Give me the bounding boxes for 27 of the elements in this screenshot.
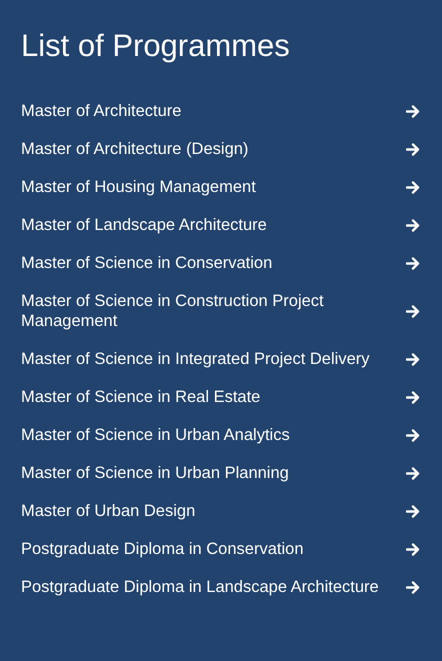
- programme-link[interactable]: Master of Architecture: [21, 92, 420, 130]
- programme-link[interactable]: Postgraduate Diploma in Conservation: [21, 530, 420, 568]
- arrow-right-icon: [406, 256, 420, 270]
- arrow-right-icon: [406, 466, 420, 480]
- programme-link[interactable]: Master of Architecture (Design): [21, 130, 420, 168]
- page-title: List of Programmes: [21, 27, 290, 65]
- programme-link[interactable]: Postgraduate Diploma in Landscape Architecture: [21, 568, 420, 606]
- arrow-right-icon: [406, 580, 420, 594]
- programme-link[interactable]: Master of Science in Construction Project Management: [21, 282, 420, 340]
- programme-link[interactable]: Master of Science in Urban Planning: [21, 454, 420, 492]
- programme-link[interactable]: Master of Science in Real Estate: [21, 378, 420, 416]
- programme-link[interactable]: Master of Science in Urban Analytics: [21, 416, 420, 454]
- arrow-right-icon: [406, 180, 420, 194]
- arrow-right-icon: [406, 218, 420, 232]
- arrow-right-icon: [406, 142, 420, 156]
- programme-link[interactable]: Master of Science in Conservation: [21, 244, 420, 282]
- arrow-right-icon: [406, 542, 420, 556]
- arrow-right-icon: [406, 304, 420, 318]
- programme-link[interactable]: Master of Landscape Architecture: [21, 206, 420, 244]
- programme-link[interactable]: Master of Science in Integrated Project Delivery: [21, 340, 420, 378]
- programme-link[interactable]: Master of Housing Management: [21, 168, 420, 206]
- arrow-right-icon: [406, 352, 420, 366]
- programme-link[interactable]: Master of Urban Design: [21, 492, 420, 530]
- arrow-right-icon: [406, 428, 420, 442]
- arrow-right-icon: [406, 390, 420, 404]
- arrow-right-icon: [406, 504, 420, 518]
- arrow-right-icon: [406, 104, 420, 118]
